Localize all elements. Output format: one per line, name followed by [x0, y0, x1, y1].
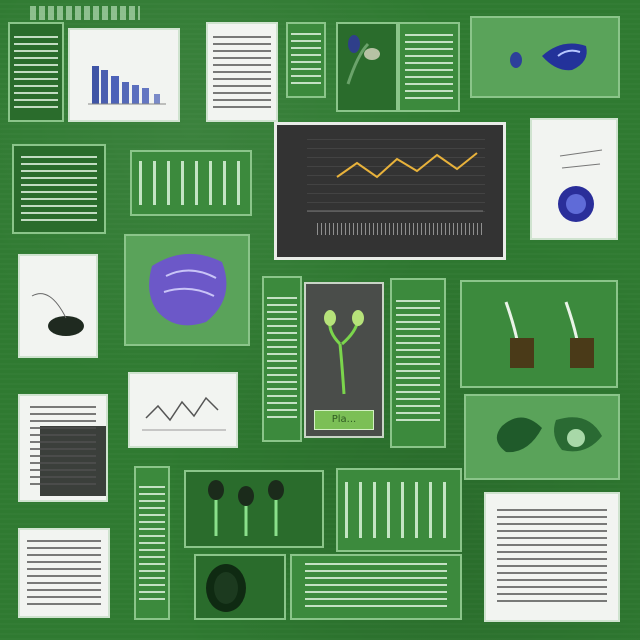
plant-sample-card: Pla...	[304, 282, 384, 438]
line-chart-graphic	[307, 152, 483, 212]
document-card-top	[206, 22, 278, 122]
plant-sign: Pla...	[314, 410, 374, 430]
document-card-bottom-right	[484, 492, 620, 622]
green-oval-card	[194, 554, 286, 620]
chart-caption	[317, 223, 483, 235]
blue-specimen-card	[470, 16, 620, 98]
mini-line-chart-card	[128, 372, 238, 448]
text-card-bottom-left-narrow	[134, 466, 170, 620]
text-card-left	[12, 144, 106, 234]
bar-chart-card	[68, 28, 180, 122]
text-card-top-left	[8, 22, 64, 122]
text-card-bottom-middle	[290, 554, 462, 620]
striped-card	[130, 150, 252, 216]
purple-flower-card	[530, 118, 618, 240]
green-specimen-card	[464, 394, 620, 480]
text-card-top-middle	[398, 22, 460, 112]
striped-tubes-card	[336, 468, 462, 552]
seed-sample-card	[18, 254, 98, 358]
seedlings-card	[184, 470, 324, 548]
purple-specimen-card	[124, 234, 250, 346]
text-card-center-left	[262, 276, 302, 442]
sprout-tubes-card	[460, 280, 618, 388]
document-card-bottom-left	[18, 528, 110, 618]
bar-chart-graphic	[88, 66, 166, 105]
dark-document-card	[18, 394, 108, 502]
faded-header-text	[30, 6, 140, 20]
text-card-center-right	[390, 278, 446, 448]
line-chart-card	[274, 122, 506, 260]
text-card-narrow	[286, 22, 326, 98]
plant-photo-card	[336, 22, 398, 112]
